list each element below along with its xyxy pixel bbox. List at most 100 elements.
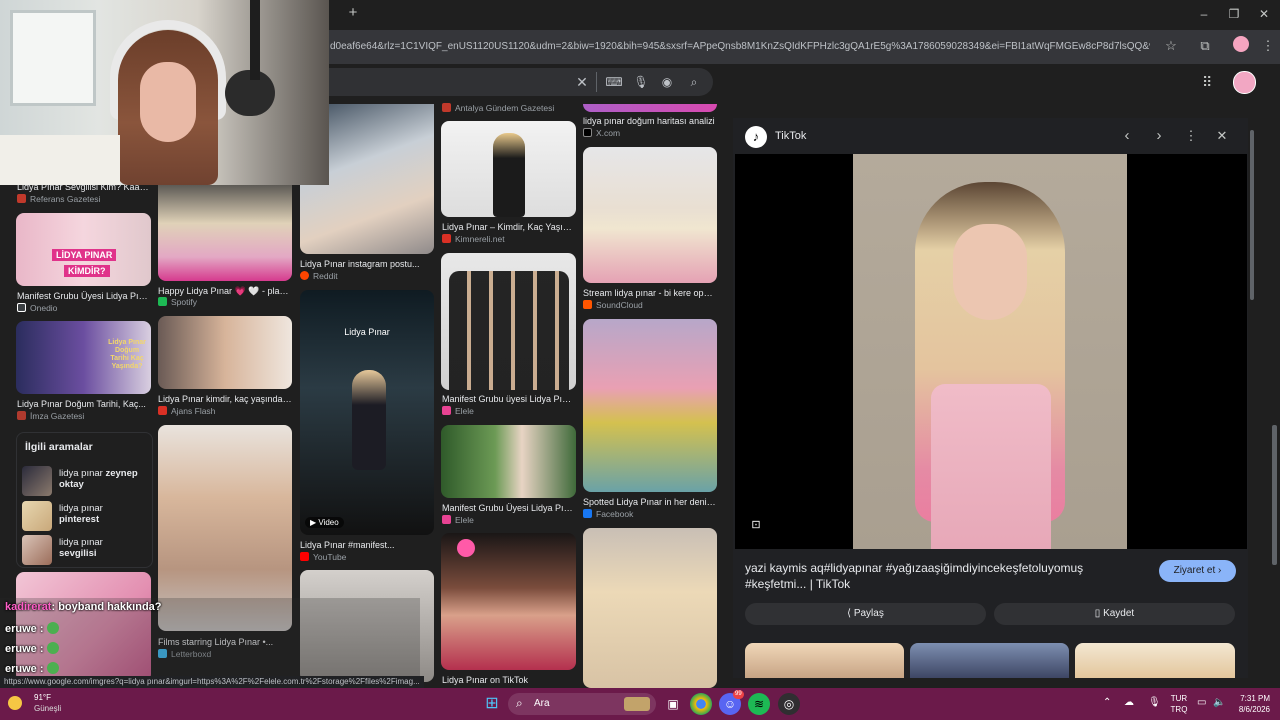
- result-source[interactable]: Reddit: [300, 271, 434, 281]
- result-caption[interactable]: Lidya Pınar kimdir, kaç yaşında,...: [158, 394, 292, 404]
- spotify-icon[interactable]: ≋: [748, 693, 770, 715]
- source-label: YouTube: [313, 552, 347, 562]
- related-search-item[interactable]: lidya pınar pinterest: [22, 501, 152, 531]
- tray-mic-icon[interactable]: 🎙: [1148, 697, 1161, 708]
- result-caption[interactable]: Happy Lidya Pınar 💗 🤍 - playlis...: [158, 286, 292, 297]
- close-window-icon[interactable]: ✕: [1253, 6, 1275, 22]
- extensions-icon[interactable]: ⧉: [1194, 35, 1216, 57]
- result-image[interactable]: Lidya Pınar Doğum Tarihi Kaç Yaşında?: [16, 321, 151, 394]
- related-image[interactable]: [910, 643, 1069, 678]
- result-image[interactable]: [158, 185, 292, 281]
- bookmark-star-icon[interactable]: ☆: [1160, 35, 1182, 57]
- weather-widget[interactable]: 91°F Güneşli: [8, 692, 88, 716]
- panel-next-icon[interactable]: ›: [1151, 128, 1167, 144]
- start-windows-icon[interactable]: ⊞: [481, 693, 503, 715]
- visit-button[interactable]: Ziyaret et ›: [1159, 560, 1236, 582]
- language-indicator[interactable]: TUR TRQ: [1168, 693, 1190, 715]
- result-source[interactable]: SoundCloud: [583, 300, 717, 310]
- page-scrollbar[interactable]: [1272, 425, 1277, 565]
- clock[interactable]: 7:31 PM 8/6/2026: [1226, 693, 1270, 715]
- chrome-icon[interactable]: [690, 693, 712, 715]
- flower-shape: [457, 539, 475, 557]
- related-search-item[interactable]: lidya pınar sevgilisi: [22, 535, 152, 565]
- result-caption[interactable]: Lidya Pınar on TikTok: [442, 675, 576, 685]
- result-image[interactable]: LİDYA PINAR KİMDİR?: [16, 213, 151, 286]
- related-search-item[interactable]: lidya pınar zeynep oktay: [22, 466, 152, 496]
- result-video[interactable]: Lidya Pınar ▶ Video: [300, 290, 434, 535]
- result-image[interactable]: [583, 319, 717, 492]
- video-badge: ▶ Video: [305, 517, 344, 528]
- result-image[interactable]: [583, 147, 717, 283]
- source-label: Ajans Flash: [171, 406, 216, 416]
- microphone-icon[interactable]: 🎙: [632, 74, 650, 90]
- panel-more-icon[interactable]: ⋮: [1183, 128, 1199, 144]
- result-caption[interactable]: Lidya Pınar instagram postu...: [300, 259, 434, 269]
- result-caption[interactable]: Lidya Pınar – Kimdir, Kaç Yaşında...: [442, 222, 576, 232]
- taskbar-search[interactable]: ⌕ Ara: [508, 693, 656, 715]
- result-source[interactable]: Onedio: [17, 303, 151, 313]
- result-image[interactable]: [583, 104, 717, 112]
- network-icon[interactable]: ▭: [1197, 697, 1206, 708]
- result-source[interactable]: Antalya Gündem Gazetesi: [442, 103, 576, 113]
- profile-avatar[interactable]: [1233, 36, 1249, 52]
- tray-chevron-icon[interactable]: ⌃: [1103, 697, 1111, 708]
- panel-close-icon[interactable]: ✕: [1214, 128, 1230, 144]
- search-icon[interactable]: ⌕: [685, 74, 703, 90]
- share-button[interactable]: ⟨ Paylaş: [745, 603, 986, 625]
- lens-icon[interactable]: ◉: [658, 74, 676, 90]
- result-caption[interactable]: Manifest Grubu üyesi Lidya Pınar...: [442, 394, 576, 404]
- clear-search-icon[interactable]: ✕: [573, 74, 591, 90]
- result-image[interactable]: [583, 528, 717, 688]
- result-source[interactable]: Facebook: [583, 509, 717, 519]
- result-source[interactable]: Elele: [442, 515, 576, 525]
- result-source[interactable]: YouTube: [300, 552, 434, 562]
- result-image[interactable]: [441, 533, 576, 670]
- browser-menu-icon[interactable]: ⋮: [1257, 35, 1279, 57]
- lang-primary: TUR: [1170, 694, 1188, 703]
- panel-scrollbar[interactable]: [1250, 130, 1254, 300]
- tray-cloud-icon[interactable]: ☁: [1124, 697, 1134, 708]
- result-image[interactable]: [441, 121, 576, 217]
- result-caption[interactable]: Lidya Pınar Doğum Tarihi, Kaç...: [17, 399, 151, 409]
- result-caption[interactable]: Manifest Grubu Üyesi Lidya Pınar...: [442, 503, 576, 513]
- result-caption[interactable]: Spotted Lidya Pınar in her denim...: [583, 497, 717, 507]
- result-caption[interactable]: Lidya Pınar #manifest...: [300, 540, 434, 550]
- result-caption[interactable]: lidya pınar doğum haritası analizi: [583, 116, 717, 126]
- keyboard-icon[interactable]: ⌨: [605, 74, 623, 90]
- result-source[interactable]: Ajans Flash: [158, 406, 292, 416]
- related-image[interactable]: [745, 643, 904, 678]
- apps-grid-icon[interactable]: ⠿: [1202, 74, 1218, 90]
- volume-icon[interactable]: 🔈: [1213, 697, 1225, 708]
- source-label: Onedio: [30, 303, 58, 313]
- minimize-icon[interactable]: –: [1193, 6, 1215, 22]
- search-divider: [596, 72, 597, 92]
- result-source[interactable]: X.com: [583, 128, 717, 138]
- result-caption[interactable]: Stream lidya pınar - bi kere opse...: [583, 288, 717, 298]
- panel-title[interactable]: yazi kaymis aq#lidyapınar #yağızaaşiğimd…: [745, 560, 1145, 592]
- result-source[interactable]: İmza Gazetesi: [17, 411, 151, 421]
- result-caption[interactable]: Manifest Grubu Üyesi Lidya Pına...: [17, 291, 151, 301]
- result-source[interactable]: Kimnereli.net: [442, 234, 576, 244]
- save-button[interactable]: ▯ Kaydet: [994, 603, 1235, 625]
- panel-site-name[interactable]: TikTok: [775, 130, 806, 142]
- result-source[interactable]: Elele: [442, 406, 576, 416]
- result-image[interactable]: [158, 316, 292, 389]
- account-avatar[interactable]: [1233, 71, 1256, 94]
- chat-username: eruwe: [5, 663, 37, 675]
- result-image[interactable]: [441, 425, 576, 498]
- chat-text: :: [39, 623, 44, 635]
- panel-prev-icon[interactable]: ‹: [1119, 128, 1135, 144]
- result-source[interactable]: Spotify: [158, 297, 292, 307]
- result-source[interactable]: Referans Gazetesi: [17, 194, 151, 204]
- task-view-icon[interactable]: ▣: [662, 693, 684, 715]
- result-image[interactable]: [441, 253, 576, 390]
- obs-icon[interactable]: ◎: [778, 693, 800, 715]
- new-tab-button[interactable]: +: [345, 5, 361, 21]
- face-shape: [953, 224, 1027, 320]
- source-label: Referans Gazetesi: [30, 194, 101, 204]
- lens-search-icon[interactable]: ⊡: [749, 518, 763, 532]
- maximize-icon[interactable]: ❐: [1223, 6, 1245, 22]
- address-bar[interactable]: d0eaf6e64&rlz=1C1VIQF_enUS1120US1120&udm…: [330, 36, 1150, 58]
- preview-image[interactable]: [853, 154, 1127, 549]
- related-image[interactable]: [1075, 643, 1235, 678]
